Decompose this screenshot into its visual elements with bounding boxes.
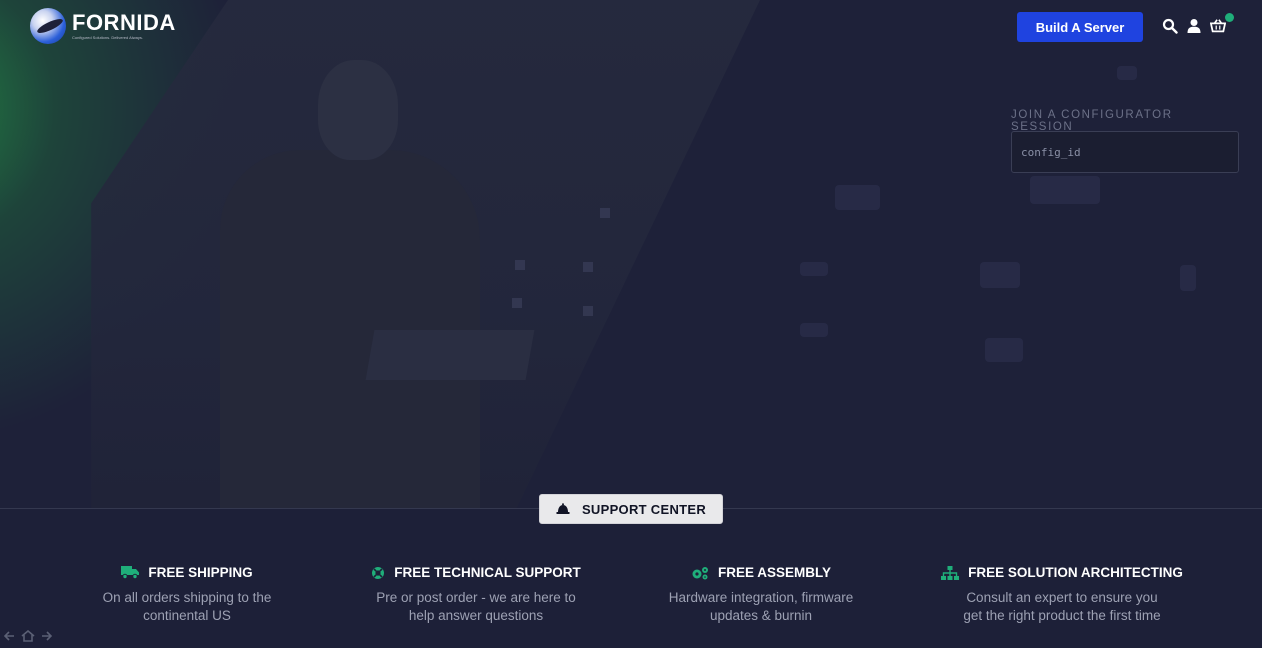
support-center-button[interactable]: SUPPORT CENTER — [539, 494, 723, 524]
rack-light — [515, 260, 525, 270]
rack-blur — [1117, 66, 1137, 80]
arrow-left-icon[interactable] — [3, 630, 15, 642]
logo-tagline: Configured Solutions. Delivered Always. — [72, 35, 143, 40]
bell-icon — [556, 503, 570, 514]
sitemap-icon — [941, 565, 960, 580]
user-icon[interactable] — [1186, 18, 1202, 34]
feature-desc-line: Hardware integration, firmware — [668, 590, 854, 605]
feature-desc-line: Pre or post order - we are here to — [376, 590, 576, 605]
rack-light — [512, 298, 522, 308]
truck-icon — [121, 566, 140, 579]
search-icon[interactable] — [1162, 18, 1178, 34]
feature-title: FREE SHIPPING — [148, 565, 253, 580]
rack-blur — [1180, 265, 1196, 291]
logo-name: FORNIDA — [72, 10, 176, 35]
feature-desc-line: Consult an expert to ensure you — [966, 590, 1158, 605]
feature-free-technical-support: FREE TECHNICAL SUPPORT Pre or post order… — [360, 565, 592, 625]
cart-badge — [1225, 13, 1234, 22]
rack-blur — [1030, 176, 1100, 204]
support-center-label: SUPPORT CENTER — [581, 501, 707, 517]
feature-desc-line: updates & burnin — [709, 608, 813, 623]
logo[interactable]: FORNIDA Configured Solutions. Delivered … — [30, 8, 176, 44]
configurator-label: JOIN A CONFIGURATOR SESSION — [1011, 109, 1173, 133]
logo-text: FORNIDA Configured Solutions. Delivered … — [72, 10, 176, 41]
lifering-icon — [372, 566, 385, 579]
person-silhouette — [220, 150, 480, 508]
home-icon[interactable] — [21, 630, 35, 642]
rack-blur — [980, 262, 1020, 288]
arrow-right-icon[interactable] — [41, 630, 53, 642]
feature-desc-line: help answer questions — [408, 608, 544, 623]
feature-free-shipping: FREE SHIPPING On all orders shipping to … — [86, 565, 288, 625]
person-head — [318, 60, 398, 160]
gears-icon — [692, 566, 708, 579]
hero-banner — [0, 0, 1262, 508]
build-a-server-button[interactable]: Build A Server — [1017, 12, 1143, 42]
feature-free-assembly: FREE ASSEMBLY Hardware integration, firm… — [652, 565, 870, 625]
laptop-shape — [365, 330, 535, 380]
feature-desc-line: get the right product the first time — [963, 608, 1161, 623]
feature-title: FREE ASSEMBLY — [717, 565, 832, 580]
page-nav — [3, 630, 53, 642]
feature-title: FREE TECHNICAL SUPPORT — [394, 565, 581, 580]
rack-light — [583, 262, 593, 272]
feature-free-solution-architecting: FREE SOLUTION ARCHITECTING Consult an ex… — [932, 565, 1192, 625]
rack-light — [583, 306, 593, 316]
logo-mark-icon — [30, 8, 66, 44]
feature-desc-line: continental US — [143, 608, 231, 623]
rack-light — [600, 208, 610, 218]
config-id-input[interactable] — [1011, 131, 1239, 173]
rack-blur — [985, 338, 1023, 362]
rack-blur — [835, 185, 880, 210]
rack-blur — [800, 323, 828, 337]
feature-desc-line: On all orders shipping to the — [102, 590, 272, 605]
cart-icon[interactable] — [1210, 18, 1226, 34]
rack-blur — [800, 262, 828, 276]
feature-title: FREE SOLUTION ARCHITECTING — [968, 565, 1183, 580]
